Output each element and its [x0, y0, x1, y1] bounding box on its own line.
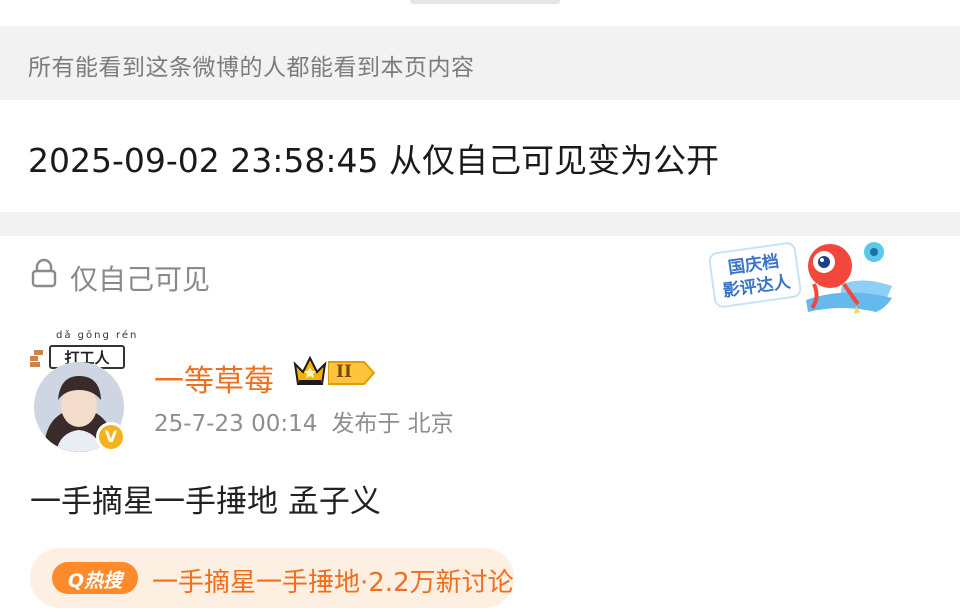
visibility-notice-bar: 所有能看到这条微博的人都能看到本页内容 — [0, 26, 960, 100]
top-edge — [0, 0, 960, 26]
avatar-pinyin: dǎ gōng rén — [56, 330, 139, 341]
avatar-area[interactable]: dǎ gōng rén 打工人 V — [28, 330, 136, 454]
username[interactable]: 一等草莓 — [154, 356, 274, 400]
level-text: II — [336, 362, 352, 382]
post-content: 一手摘星一手捶地 孟子义 — [30, 484, 381, 520]
visibility-change-record: 2025-09-02 23:58:45 从仅自己可见变为公开 — [0, 100, 960, 212]
hot-search-link[interactable]: Q热搜 一手摘星一手捶地·2.2万新讨论 — [30, 548, 514, 608]
hot-search-icon: Q热搜 — [52, 562, 138, 594]
verified-badge: V — [96, 422, 126, 452]
film-critic-badge: 国庆档 影评达人 — [708, 242, 892, 314]
lock-icon — [31, 258, 57, 288]
hot-search-text: 一手摘星一手捶地·2.2万新讨论 — [152, 568, 514, 598]
section-divider — [0, 212, 960, 236]
cropped-element — [410, 0, 560, 4]
hot-search-tag: Q热搜 — [67, 570, 123, 592]
weibo-post-detail: 所有能看到这条微博的人都能看到本页内容 2025-09-02 23:58:45 … — [0, 0, 960, 612]
crown-icon — [293, 355, 327, 385]
post-timestamp: 25-7-23 00:14 — [154, 411, 318, 437]
visibility-notice-text: 所有能看到这条微博的人都能看到本页内容 — [28, 55, 475, 81]
post-card: dǎ gōng rén 打工人 V 一等草莓 II 25-7-23 00:14 … — [0, 316, 960, 612]
visibility-status-label: 仅自己可见 — [70, 263, 211, 296]
post-location: 发布于 北京 — [331, 411, 454, 437]
post-meta: 25-7-23 00:14 发布于 北京 — [154, 404, 454, 438]
visibility-change-text: 2025-09-02 23:58:45 从仅自己可见变为公开 — [28, 141, 719, 180]
